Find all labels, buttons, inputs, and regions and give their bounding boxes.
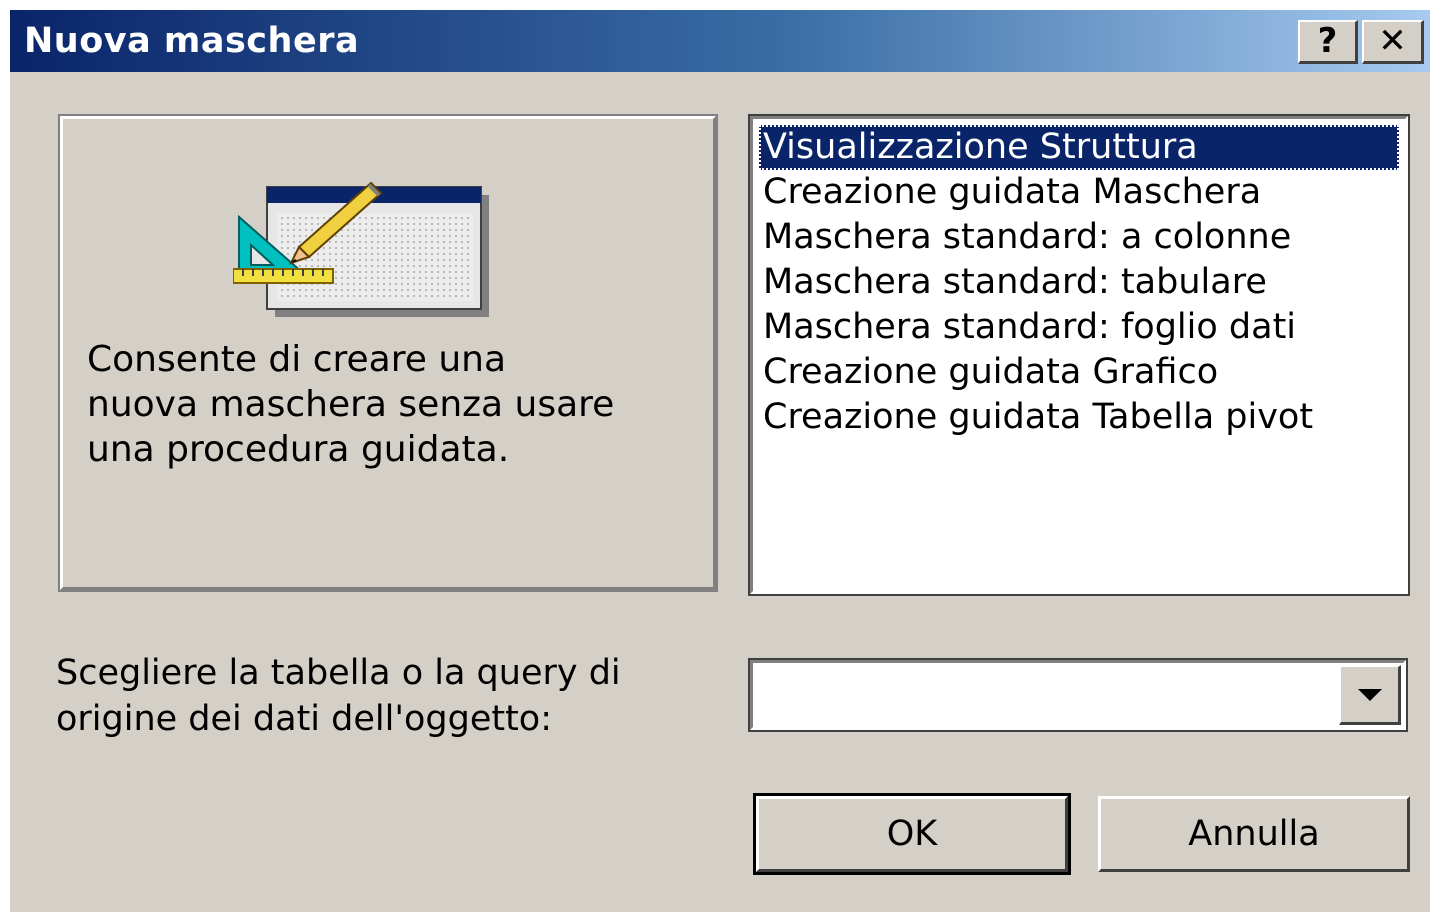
list-item[interactable]: Maschera standard: foglio dati	[759, 305, 1399, 350]
dropdown-button[interactable]	[1339, 665, 1401, 725]
form-design-icon	[233, 181, 489, 317]
list-item[interactable]: Visualizzazione Struttura	[759, 125, 1399, 170]
title-bar[interactable]: Nuova maschera ? ✕	[10, 10, 1430, 72]
preview-description: Consente di creare una nuova maschera se…	[87, 339, 615, 470]
list-item[interactable]: Creazione guidata Maschera	[759, 170, 1399, 215]
list-item[interactable]: Maschera standard: tabulare	[759, 260, 1399, 305]
list-item[interactable]: Maschera standard: a colonne	[759, 215, 1399, 260]
source-label: Scegliere la tabella o la query di origi…	[56, 653, 621, 739]
cancel-button[interactable]: Annulla	[1098, 796, 1410, 872]
form-type-listbox[interactable]: Visualizzazione Struttura Creazione guida…	[748, 114, 1410, 596]
window-title: Nuova maschera	[24, 21, 360, 61]
list-item[interactable]: Creazione guidata Grafico	[759, 350, 1399, 395]
ok-button[interactable]: OK	[753, 793, 1071, 875]
new-form-dialog: Nuova maschera ? ✕ Consente di creare un…	[10, 10, 1430, 912]
chevron-down-icon	[1357, 688, 1382, 701]
list-item[interactable]: Creazione guidata Tabella pivot	[759, 395, 1399, 440]
source-table-combobox[interactable]	[748, 658, 1408, 732]
help-button[interactable]: ?	[1298, 20, 1358, 64]
form-type-list: Visualizzazione Struttura Creazione guida…	[753, 119, 1405, 440]
close-button[interactable]: ✕	[1362, 20, 1424, 64]
preview-panel: Consente di creare una nuova maschera se…	[58, 114, 718, 592]
